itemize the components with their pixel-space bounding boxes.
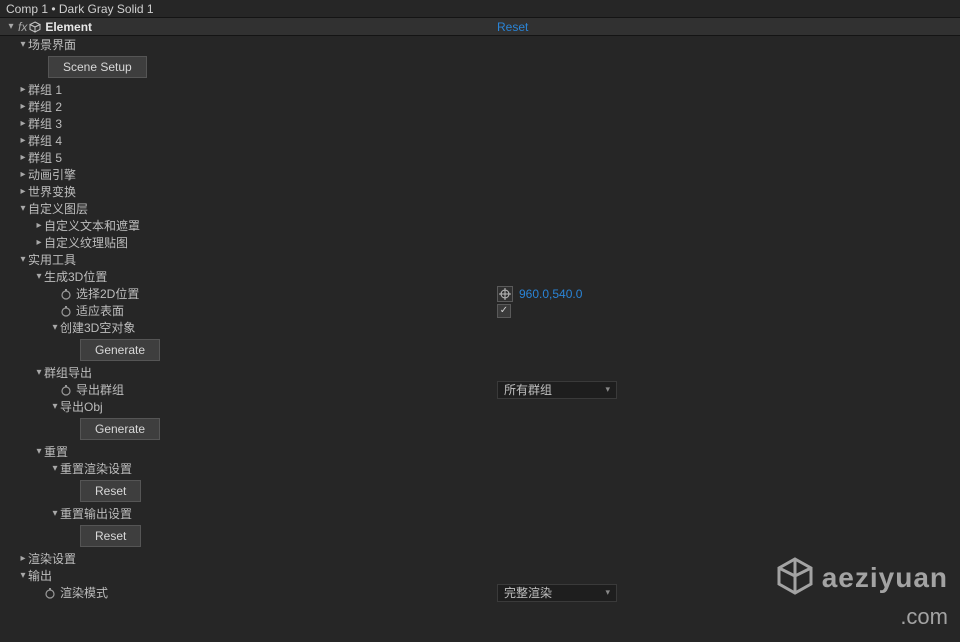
section-label: 重置输出设置 xyxy=(60,505,132,522)
prop-value[interactable]: 960.0,540.0 xyxy=(519,287,582,301)
section-world-transform[interactable]: 世界变换 xyxy=(0,183,960,200)
section-utilities[interactable]: 实用工具 xyxy=(0,251,960,268)
scene-setup-button[interactable]: Scene Setup xyxy=(48,56,147,78)
section-label: 自定义图层 xyxy=(28,200,88,217)
section-label: 创建3D空对象 xyxy=(60,319,135,336)
section-group[interactable]: 群组 5 xyxy=(0,149,960,166)
section-generate-3d[interactable]: 生成3D位置 xyxy=(0,268,960,285)
chevron-down-icon[interactable] xyxy=(6,21,16,32)
dropdown-value: 所有群组 xyxy=(504,381,552,398)
watermark-text: .com xyxy=(774,604,948,630)
chevron-right-icon[interactable] xyxy=(18,101,28,112)
prop-export-group: 导出群组 所有群组 ▾ xyxy=(0,381,960,398)
chevron-down-icon: ▾ xyxy=(605,587,610,598)
effect-header[interactable]: fx Element Reset xyxy=(0,18,960,36)
section-reset-render[interactable]: 重置渲染设置 xyxy=(0,460,960,477)
section-scene-interface[interactable]: 场景界面 xyxy=(0,36,960,53)
section-create-null[interactable]: 创建3D空对象 xyxy=(0,319,960,336)
checkbox[interactable] xyxy=(497,304,511,318)
prop-label: 导出群组 xyxy=(76,381,124,398)
chevron-down-icon: ▾ xyxy=(605,384,610,395)
crosshair-picker-button[interactable] xyxy=(497,286,513,302)
section-custom-layers[interactable]: 自定义图层 xyxy=(0,200,960,217)
prop-label: 渲染模式 xyxy=(60,584,108,601)
prop-fit-surface: 适应表面 xyxy=(0,302,960,319)
section-output[interactable]: 输出 xyxy=(0,567,960,584)
generate-button[interactable]: Generate xyxy=(80,339,160,361)
section-label: 群组 1 xyxy=(28,81,62,98)
section-label: 群组 5 xyxy=(28,149,62,166)
section-group[interactable]: 群组 3 xyxy=(0,115,960,132)
stopwatch-icon[interactable] xyxy=(60,305,72,317)
section-export-obj[interactable]: 导出Obj xyxy=(0,398,960,415)
section-label: 渲染设置 xyxy=(28,550,76,567)
stopwatch-icon[interactable] xyxy=(60,288,72,300)
section-group-export[interactable]: 群组导出 xyxy=(0,364,960,381)
section-reset-output[interactable]: 重置输出设置 xyxy=(0,505,960,522)
chevron-right-icon[interactable] xyxy=(18,152,28,163)
fx-prefix: fx xyxy=(18,20,27,34)
render-mode-dropdown[interactable]: 完整渲染 ▾ xyxy=(497,584,617,602)
effect-name: Element xyxy=(45,20,92,34)
section-label: 生成3D位置 xyxy=(44,268,107,285)
stopwatch-icon[interactable] xyxy=(44,587,56,599)
section-label: 实用工具 xyxy=(28,251,76,268)
section-group[interactable]: 群组 4 xyxy=(0,132,960,149)
chevron-right-icon[interactable] xyxy=(18,186,28,197)
breadcrumb: Comp 1 • Dark Gray Solid 1 xyxy=(0,0,960,18)
section-group[interactable]: 群组 1 xyxy=(0,81,960,98)
chevron-down-icon[interactable] xyxy=(50,322,60,333)
section-label: 动画引擎 xyxy=(28,166,76,183)
section-custom-text-mask[interactable]: 自定义文本和遮罩 xyxy=(0,217,960,234)
chevron-down-icon[interactable] xyxy=(50,463,60,474)
section-label: 群组 2 xyxy=(28,98,62,115)
section-label: 自定义纹理贴图 xyxy=(44,234,128,251)
prop-pick-2d: 选择2D位置 960.0,540.0 xyxy=(0,285,960,302)
prop-label: 选择2D位置 xyxy=(76,285,139,302)
chevron-right-icon[interactable] xyxy=(34,237,44,248)
chevron-down-icon[interactable] xyxy=(34,446,44,457)
chevron-right-icon[interactable] xyxy=(18,169,28,180)
prop-render-mode: 渲染模式 完整渲染 ▾ xyxy=(0,584,960,601)
chevron-down-icon[interactable] xyxy=(34,367,44,378)
chevron-down-icon[interactable] xyxy=(50,508,60,519)
export-group-dropdown[interactable]: 所有群组 ▾ xyxy=(497,381,617,399)
dropdown-value: 完整渲染 xyxy=(504,584,552,601)
section-label: 重置 xyxy=(44,443,68,460)
section-label: 群组导出 xyxy=(44,364,92,381)
section-reset[interactable]: 重置 xyxy=(0,443,960,460)
chevron-right-icon[interactable] xyxy=(18,553,28,564)
section-label: 群组 4 xyxy=(28,132,62,149)
section-label: 重置渲染设置 xyxy=(60,460,132,477)
section-label: 场景界面 xyxy=(28,36,76,53)
section-label: 输出 xyxy=(28,567,52,584)
chevron-right-icon[interactable] xyxy=(34,220,44,231)
chevron-down-icon[interactable] xyxy=(18,203,28,214)
chevron-down-icon[interactable] xyxy=(50,401,60,412)
chevron-right-icon[interactable] xyxy=(18,118,28,129)
section-label: 导出Obj xyxy=(60,398,103,415)
chevron-right-icon[interactable] xyxy=(18,135,28,146)
reset-link[interactable]: Reset xyxy=(497,20,528,34)
cube-icon xyxy=(29,21,41,33)
stopwatch-icon[interactable] xyxy=(60,384,72,396)
section-custom-texture[interactable]: 自定义纹理贴图 xyxy=(0,234,960,251)
section-group[interactable]: 群组 2 xyxy=(0,98,960,115)
reset-button[interactable]: Reset xyxy=(80,480,141,502)
chevron-down-icon[interactable] xyxy=(34,271,44,282)
section-anim-engine[interactable]: 动画引擎 xyxy=(0,166,960,183)
section-label: 群组 3 xyxy=(28,115,62,132)
chevron-down-icon[interactable] xyxy=(18,570,28,581)
chevron-down-icon[interactable] xyxy=(18,39,28,50)
generate-button[interactable]: Generate xyxy=(80,418,160,440)
prop-label: 适应表面 xyxy=(76,302,124,319)
chevron-right-icon[interactable] xyxy=(18,84,28,95)
section-label: 世界变换 xyxy=(28,183,76,200)
section-label: 自定义文本和遮罩 xyxy=(44,217,140,234)
section-render-settings[interactable]: 渲染设置 xyxy=(0,550,960,567)
reset-button[interactable]: Reset xyxy=(80,525,141,547)
chevron-down-icon[interactable] xyxy=(18,254,28,265)
